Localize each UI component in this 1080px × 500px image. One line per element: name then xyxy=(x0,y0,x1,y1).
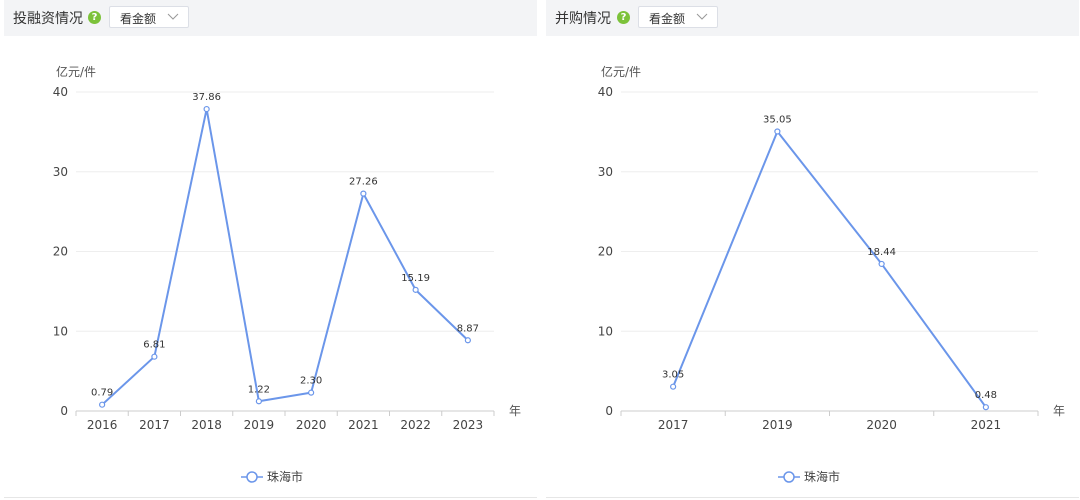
data-label: 8.87 xyxy=(457,323,479,334)
data-label: 6.81 xyxy=(143,340,165,351)
x-axis-label: 年 xyxy=(509,404,521,418)
y-tick-label: 40 xyxy=(53,85,68,99)
question-icon[interactable]: ? xyxy=(617,11,630,24)
y-tick-label: 10 xyxy=(598,324,613,338)
investment-panel: 投融资情况 ? 看金额 0 10 20 30 40 亿元/件 2016 2017 2018 201… xyxy=(4,0,537,500)
y-tick-label: 10 xyxy=(53,324,68,338)
dropdown-label: 看金额 xyxy=(120,12,157,26)
x-tick-label: 2019 xyxy=(762,418,793,432)
panel-header: 并购情况 ? 看金额 xyxy=(546,0,1079,36)
x-tick-label: 2019 xyxy=(244,418,275,432)
data-point xyxy=(203,105,210,113)
x-tick-label: 2017 xyxy=(658,418,689,432)
mna-line-chart: 0 10 20 30 40 亿元/件 2017 2019 2020 2021 年 3.05 35.05 1… xyxy=(598,64,1065,484)
chevron-down-icon xyxy=(167,13,179,20)
data-point xyxy=(99,401,106,408)
x-tick-label: 2023 xyxy=(453,418,484,432)
data-label: 0.79 xyxy=(91,388,113,399)
metric-dropdown[interactable]: 看金额 xyxy=(109,6,189,28)
y-tick-label: 0 xyxy=(60,404,68,418)
x-tick-label: 2020 xyxy=(296,418,327,432)
data-point xyxy=(878,260,885,268)
legend-label: 珠海市 xyxy=(804,469,840,484)
legend-marker xyxy=(246,471,258,483)
y-tick-label: 20 xyxy=(598,245,613,259)
divider xyxy=(546,497,1079,498)
chevron-down-icon xyxy=(696,13,708,20)
y-axis-label: 亿元/件 xyxy=(56,64,96,79)
y-tick-label: 30 xyxy=(53,165,68,179)
data-point xyxy=(412,286,419,293)
legend-label: 珠海市 xyxy=(267,469,303,484)
x-tick-label: 2022 xyxy=(400,418,431,432)
y-tick-label: 40 xyxy=(598,85,613,99)
data-point xyxy=(151,353,158,360)
x-tick-label: 2021 xyxy=(971,418,1002,432)
data-label: 15.19 xyxy=(401,273,430,284)
data-label: 1.22 xyxy=(248,384,270,395)
data-label: 18.44 xyxy=(867,247,896,258)
investment-line-chart: 0 10 20 30 40 亿元/件 2016 2017 2018 2019 2020 2021 202… xyxy=(53,64,521,484)
x-axis-label: 年 xyxy=(1053,404,1065,418)
x-tick-label: 2020 xyxy=(866,418,897,432)
panel-title: 并购情况 xyxy=(555,11,611,27)
data-label: 27.26 xyxy=(349,177,378,188)
data-label: 0.48 xyxy=(975,390,997,401)
y-tick-label: 0 xyxy=(605,404,613,418)
series-line xyxy=(672,130,987,408)
data-point xyxy=(982,404,989,411)
metric-dropdown[interactable]: 看金额 xyxy=(638,6,718,28)
data-label: 2.30 xyxy=(300,376,322,387)
y-tick-label: 20 xyxy=(53,245,68,259)
legend-marker xyxy=(783,471,795,483)
series-line xyxy=(101,108,469,406)
x-tick-label: 2021 xyxy=(348,418,379,432)
dropdown-label: 看金额 xyxy=(649,12,686,26)
mna-panel: 并购情况 ? 看金额 0 10 20 30 40 亿元/件 2017 2019 2020 2021… xyxy=(546,0,1079,500)
question-icon[interactable]: ? xyxy=(88,11,101,24)
y-tick-label: 30 xyxy=(598,165,613,179)
data-label: 37.86 xyxy=(192,92,221,103)
data-label: 3.05 xyxy=(662,370,684,381)
data-label: 35.05 xyxy=(763,114,792,125)
divider xyxy=(4,497,537,498)
data-point xyxy=(774,128,781,135)
data-point xyxy=(360,190,367,197)
data-point xyxy=(670,383,677,390)
data-point xyxy=(308,389,315,396)
panel-header: 投融资情况 ? 看金额 xyxy=(4,0,537,36)
panel-title: 投融资情况 xyxy=(13,11,83,27)
data-point xyxy=(255,398,262,405)
x-tick-label: 2016 xyxy=(87,418,118,432)
data-point xyxy=(464,337,471,344)
x-tick-label: 2017 xyxy=(139,418,170,432)
y-axis-label: 亿元/件 xyxy=(601,64,641,79)
x-tick-label: 2018 xyxy=(191,418,222,432)
